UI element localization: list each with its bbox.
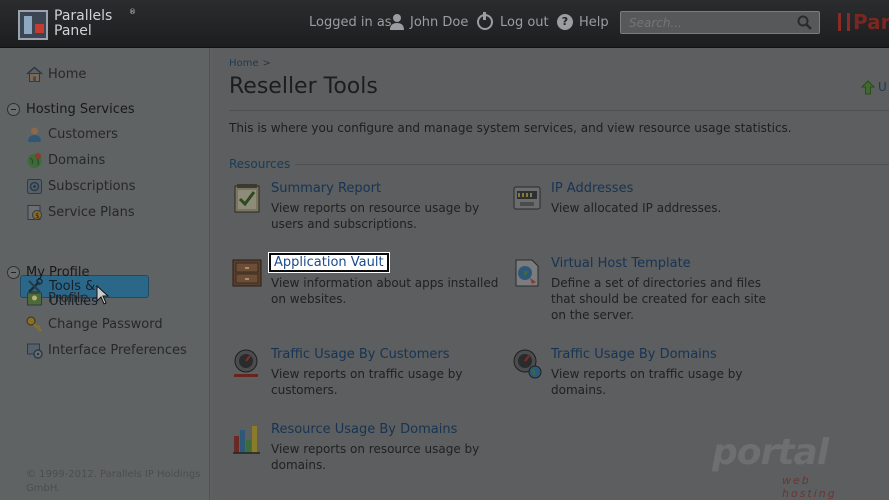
user-icon [390, 14, 404, 30]
logo-line2: Panel [54, 23, 92, 39]
resource-usage-by-domains-description: View reports on resource usage by domain… [271, 442, 480, 472]
traffic-usage-by-customers-description: View reports on traffic usage by custome… [271, 367, 463, 397]
virtual-host-template-description: Define a set of directories and files th… [551, 276, 766, 322]
parallels-panel-logo[interactable]: Parallels ® Panel [18, 8, 138, 42]
summary-report-description: View reports on resource usage by users … [271, 201, 480, 231]
logout-icon[interactable] [477, 12, 493, 30]
title-divider [229, 110, 889, 111]
section-hosting-services[interactable]: Hosting Services [26, 102, 135, 117]
page-title: Reseller Tools [229, 74, 378, 99]
up-level-link[interactable]: U [878, 80, 887, 94]
mouse-pointer-icon [96, 285, 110, 305]
traffic-usage-domains-icon [513, 349, 542, 379]
breadcrumb-home-link[interactable]: Home [229, 58, 259, 69]
watermark-text: portal [712, 432, 829, 473]
sidebar-item-interface-preferences[interactable]: Interface Preferences [48, 343, 187, 358]
resources-section-label: Resources [229, 157, 291, 171]
sidebar-item-subscriptions[interactable]: Subscriptions [48, 179, 136, 194]
intro-text: This is where you configure and manage s… [229, 121, 792, 135]
parallels-brand-text: Par [853, 10, 889, 34]
resource-usage-bar-chart-icon [233, 426, 260, 454]
portal-web-hosting-watermark: portal web hosting [712, 432, 857, 500]
traffic-usage-by-domains-link[interactable]: Traffic Usage By Domains [551, 347, 717, 362]
home-icon [26, 66, 43, 82]
parallels-brand-icon [838, 13, 850, 31]
collapse-hosting-services-icon[interactable] [7, 103, 20, 116]
sidebar-item-change-password[interactable]: Change Password [48, 317, 163, 332]
resources-divider [295, 164, 889, 165]
sidebar-item-service-plans[interactable]: Service Plans [48, 205, 135, 220]
traffic-usage-by-domains-description: View reports on traffic usage by domains… [551, 367, 743, 397]
parallels-logo-icon [18, 10, 48, 40]
logo-line1: Parallels [54, 8, 113, 24]
up-level-icon[interactable] [861, 80, 875, 95]
logged-in-label: Logged in as [309, 15, 392, 30]
sidebar: Home Hosting Services Customers Domains … [0, 48, 210, 500]
virtual-host-template-link[interactable]: Virtual Host Template [551, 256, 691, 271]
domains-icon [27, 153, 42, 168]
ip-addresses-link[interactable]: IP Addresses [551, 181, 633, 196]
watermark-subtext: web hosting [782, 474, 837, 500]
logout-link[interactable]: Log out [500, 15, 549, 30]
sidebar-item-domains[interactable]: Domains [48, 153, 105, 168]
traffic-usage-by-customers-link[interactable]: Traffic Usage By Customers [271, 347, 450, 362]
sidebar-item-profile[interactable]: Profile [48, 291, 88, 306]
breadcrumb: Home > [229, 58, 271, 69]
resource-usage-by-domains-link[interactable]: Resource Usage By Domains [271, 422, 457, 437]
application-vault-link[interactable]: Application Vault [269, 253, 389, 272]
top-bar: Parallels ® Panel Logged in as John Doe … [0, 0, 889, 48]
summary-report-icon [234, 184, 260, 213]
copyright-text: © 1999-2012. Parallels IP Holdings GmbH. [26, 469, 201, 494]
help-link[interactable]: Help [579, 15, 609, 30]
search-input[interactable] [620, 11, 820, 34]
logo-trademark: ® [129, 8, 136, 16]
ip-addresses-description: View allocated IP addresses. [551, 201, 722, 215]
ip-addresses-icon [513, 186, 541, 210]
application-vault-description: View information about apps installed on… [271, 276, 499, 306]
summary-report-link[interactable]: Summary Report [271, 181, 381, 196]
virtual-host-template-icon [515, 259, 539, 287]
section-my-profile[interactable]: My Profile [26, 265, 89, 280]
customers-icon [28, 127, 41, 142]
search-icon[interactable] [797, 15, 812, 30]
svg-text:$: $ [35, 212, 39, 220]
main-content: Home > Reseller Tools U This is where you… [211, 48, 889, 500]
breadcrumb-separator: > [262, 58, 271, 69]
collapse-my-profile-icon[interactable] [7, 266, 20, 279]
interface-preferences-icon [27, 343, 43, 359]
sidebar-item-home[interactable]: Home [48, 67, 86, 82]
key-icon [26, 316, 42, 332]
help-icon[interactable]: ? [557, 14, 573, 30]
profile-icon [27, 291, 42, 306]
user-name-link[interactable]: John Doe [410, 15, 468, 30]
sidebar-item-customers[interactable]: Customers [48, 127, 118, 142]
traffic-usage-customers-icon [234, 349, 258, 377]
application-vault-icon [232, 259, 262, 287]
subscriptions-icon [27, 179, 42, 194]
service-plans-icon: $ [27, 205, 42, 220]
